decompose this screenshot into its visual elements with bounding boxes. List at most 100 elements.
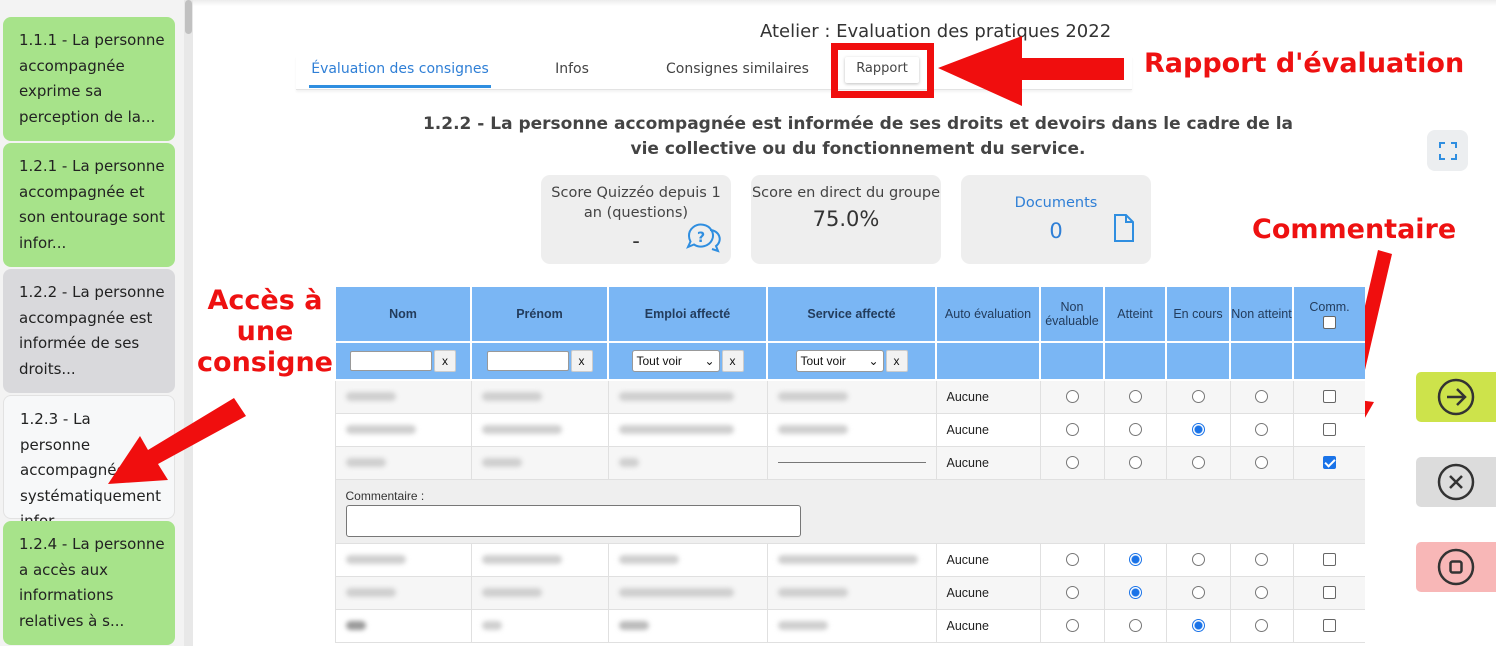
comment-label: Commentaire : [345, 488, 425, 503]
table-row: Aucune [334, 445, 1365, 480]
radio-atteint[interactable] [1128, 390, 1142, 404]
blurred-job [618, 554, 679, 564]
next-button[interactable] [1416, 372, 1496, 422]
radio-en-cours[interactable] [1191, 586, 1205, 599]
table-row: Aucune [334, 542, 1365, 577]
radio-non-evaluable[interactable] [1065, 619, 1079, 632]
blurred-service [777, 424, 848, 434]
comm-checkbox[interactable] [1323, 456, 1336, 469]
comm-checkbox[interactable] [1323, 423, 1336, 436]
tab-consignes-similaires[interactable]: Consignes similaires [639, 56, 836, 88]
radio-atteint[interactable] [1128, 553, 1142, 566]
auto-evaluation-value: Aucune [946, 389, 989, 404]
comm-all-checkbox[interactable] [1323, 315, 1336, 329]
arrow-rapport-icon [938, 36, 1124, 106]
blurred-name [345, 620, 366, 630]
filter-nom-clear[interactable]: x [434, 350, 456, 372]
blurred-job [618, 620, 649, 630]
chevron-down-icon: ⌄ [868, 354, 879, 368]
blurred-firstname [481, 620, 502, 630]
radio-non-atteint[interactable] [1255, 553, 1268, 566]
filter-service-select[interactable]: Tout voir ⌄ [795, 350, 884, 372]
radio-en-cours[interactable] [1191, 553, 1205, 566]
radio-en-cours[interactable] [1191, 456, 1205, 469]
col-non-evaluable: Non évaluable [1039, 285, 1105, 343]
sidebar-item-1-2-4[interactable]: 1.2.4 - La personne a accès aux informat… [3, 521, 175, 645]
blurred-name [345, 554, 406, 564]
filter-service-clear[interactable]: x [885, 350, 908, 372]
radio-non-evaluable[interactable] [1065, 456, 1079, 469]
radio-non-atteint[interactable] [1255, 619, 1268, 632]
svg-text:?: ? [697, 230, 705, 246]
filter-empty [935, 341, 1041, 381]
sidebar-scrollbar[interactable] [184, 0, 193, 646]
tab-infos[interactable]: Infos [534, 56, 610, 88]
comm-checkbox[interactable] [1323, 619, 1336, 632]
blurred-name [345, 457, 386, 467]
sidebar-item-1-1-1[interactable]: 1.1.1 - La personne accompagnée exprime … [3, 17, 175, 141]
card-documents[interactable]: Documents 0 [961, 175, 1151, 264]
table-row: Aucune [334, 379, 1365, 414]
annotation-rapport: Rapport d'évaluation [1144, 48, 1465, 79]
col-emploi[interactable]: Emploi affecté [607, 285, 768, 343]
col-service[interactable]: Service affecté [766, 285, 937, 343]
filter-prenom-clear[interactable]: x [570, 350, 593, 372]
filter-nom: x [334, 341, 472, 381]
auto-evaluation-value: Aucune [946, 552, 989, 567]
blurred-service [777, 554, 918, 564]
annotation-acces: Accès à une consigne [197, 285, 333, 378]
stop-button[interactable] [1416, 542, 1496, 592]
evaluation-table: Nom Prénom Emploi affecté Service affect… [334, 285, 1365, 646]
col-prenom[interactable]: Prénom [470, 285, 609, 343]
blurred-firstname [481, 587, 542, 597]
radio-non-evaluable[interactable] [1065, 586, 1079, 599]
card-title: Score en direct du groupe [751, 185, 941, 201]
comm-checkbox[interactable] [1323, 553, 1336, 566]
col-atteint: Atteint [1103, 285, 1167, 343]
radio-non-evaluable[interactable] [1065, 553, 1079, 566]
close-circle-icon [1437, 463, 1475, 501]
fullscreen-icon [1438, 141, 1457, 160]
document-icon [1114, 214, 1134, 242]
blurred-name [345, 391, 396, 401]
sidebar-item-1-2-2[interactable]: 1.2.2 - La personne accompagnée est info… [3, 269, 175, 393]
filter-nom-input[interactable] [350, 351, 432, 371]
sidebar-scroll-thumb[interactable] [185, 0, 192, 34]
radio-atteint[interactable] [1128, 456, 1142, 469]
comment-textarea[interactable] [345, 504, 801, 537]
radio-non-atteint[interactable] [1255, 456, 1268, 469]
col-non-atteint: Non atteint [1229, 285, 1294, 343]
card-title: Score Quizzéo depuis 1 an (questions) [551, 185, 721, 221]
filter-empty [1165, 341, 1231, 381]
card-score-quizzeo: Score Quizzéo depuis 1 an (questions) - … [541, 175, 731, 264]
radio-atteint[interactable] [1128, 423, 1142, 436]
fullscreen-button[interactable] [1427, 130, 1468, 171]
radio-non-atteint[interactable] [1255, 586, 1268, 599]
comm-checkbox[interactable] [1323, 586, 1336, 599]
filter-emploi-clear[interactable]: x [721, 350, 744, 372]
auto-evaluation-value: Aucune [946, 455, 989, 470]
sidebar-item-1-2-1[interactable]: 1.2.1 - La personne accompagnée et son e… [3, 143, 175, 267]
col-en-cours: En cours [1165, 285, 1231, 343]
table-row: Aucune [334, 608, 1365, 643]
filter-emploi-select[interactable]: Tout voir ⌄ [631, 350, 720, 372]
tab-evaluation[interactable]: Évaluation des consignes [309, 56, 491, 88]
sidebar: 1.1.1 - La personne accompagnée exprime … [0, 0, 193, 646]
radio-non-evaluable[interactable] [1065, 423, 1079, 436]
radio-en-cours[interactable] [1191, 423, 1205, 436]
sidebar-item-label: 1.1.1 - La personne accompagnée exprime … [19, 31, 165, 126]
col-nom[interactable]: Nom [334, 285, 472, 343]
cancel-button[interactable] [1416, 457, 1496, 507]
radio-en-cours[interactable] [1191, 619, 1205, 632]
arrow-right-circle-icon [1437, 378, 1475, 416]
radio-non-evaluable[interactable] [1065, 390, 1079, 404]
instruction-title: 1.2.2 - La personne accompagnée est info… [422, 114, 1294, 159]
radio-non-atteint[interactable] [1255, 423, 1268, 436]
annotation-commentaire: Commentaire [1252, 214, 1457, 245]
filter-prenom-input[interactable] [486, 351, 569, 371]
radio-non-atteint[interactable] [1255, 390, 1268, 404]
comm-checkbox[interactable] [1323, 390, 1336, 404]
radio-atteint[interactable] [1128, 619, 1142, 632]
radio-en-cours[interactable] [1191, 390, 1205, 404]
radio-atteint[interactable] [1128, 586, 1142, 599]
